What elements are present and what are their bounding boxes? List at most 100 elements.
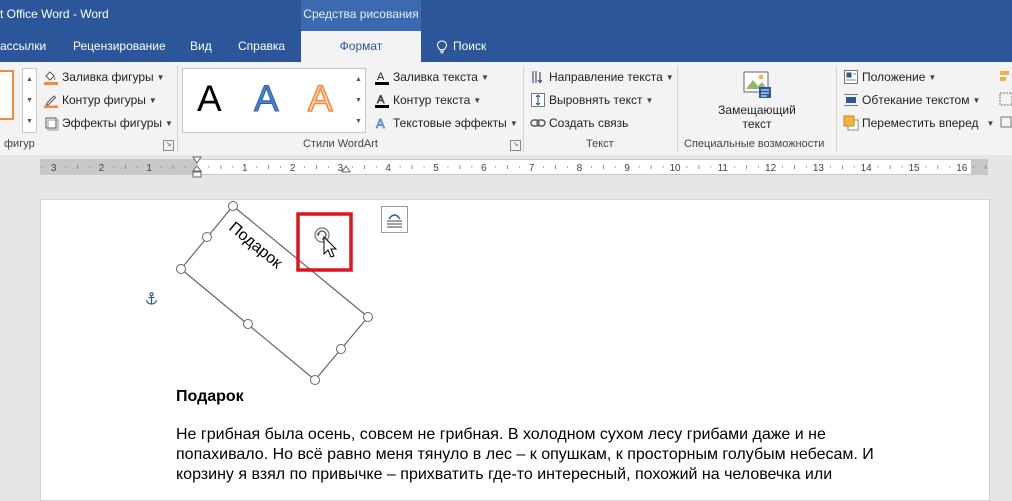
horizontal-ruler[interactable]: 3211234567891011121314151617 — [40, 159, 988, 175]
text-effects-button[interactable]: A Текстовые эффекты ▼ — [374, 113, 518, 133]
divider — [523, 66, 524, 152]
ruler-number: 2 — [290, 163, 296, 174]
position-button[interactable]: Положение ▼ — [843, 67, 936, 87]
document-paragraph-line-3[interactable]: корзину я взял по привычке – прихватить … — [176, 466, 832, 484]
title-bar: t Office Word - Word Средства рисования — [0, 0, 1012, 31]
align-text-icon — [531, 93, 545, 107]
document-paragraph-line-2[interactable]: попахивало. Но всё равно меня тянуло в л… — [176, 446, 874, 464]
text-direction-button[interactable]: Направление текста ▼ — [530, 67, 674, 87]
hanging-indent-marker[interactable] — [192, 165, 202, 179]
wordart-gallery-scroll[interactable]: ▲ ▼ ▼ — [352, 68, 366, 133]
tab-search-label: Поиск — [453, 39, 487, 53]
textbox-shape[interactable] — [180, 205, 369, 381]
wordart-gallery[interactable]: A A A — [182, 68, 353, 133]
divider — [677, 66, 678, 152]
resize-handle-top-left[interactable] — [202, 232, 212, 242]
create-link-button[interactable]: Создать связь — [530, 113, 628, 133]
ruler-number: 10 — [669, 163, 681, 174]
pen-outline-icon — [44, 95, 58, 108]
ruler-number: 2 — [99, 163, 105, 174]
bring-forward-button[interactable]: Переместить вперед ▼ — [843, 113, 994, 133]
ruler-number: 1 — [242, 163, 248, 174]
divider — [836, 66, 837, 152]
shape-styles-group-label: фигур — [4, 138, 35, 150]
position-icon — [844, 70, 858, 84]
shape-effects-button[interactable]: Эффекты фигуры ▼ — [43, 113, 173, 133]
textbox-text[interactable]: Подарок — [225, 219, 285, 273]
text-fill-label: Заливка текста — [393, 70, 478, 84]
wordart-styles-launcher-icon[interactable]: ↘ — [510, 140, 521, 151]
shape-effects-label: Эффекты фигуры — [62, 116, 163, 130]
lightbulb-icon — [436, 39, 448, 53]
resize-handle-bottom-left[interactable] — [243, 319, 253, 329]
drawing-tools-context-label: Средства рисования — [301, 0, 421, 31]
first-line-indent-marker[interactable] — [192, 156, 202, 164]
tab-help[interactable]: Справка — [238, 31, 285, 62]
accessibility-group-label: Специальные возможности — [684, 138, 825, 150]
tab-view[interactable]: Вид — [190, 31, 212, 62]
textbox-selection[interactable]: Подарок — [41, 200, 401, 400]
document-page[interactable]: Подарок Подарок Не грибная была осень, с… — [40, 199, 990, 501]
shape-effects-icon — [45, 117, 59, 131]
scroll-up-icon[interactable]: ▲ — [352, 69, 365, 90]
scroll-up-icon[interactable]: ▲ — [23, 69, 36, 90]
ruler-number: 7 — [529, 163, 535, 174]
text-fill-button[interactable]: A Заливка текста ▼ — [374, 67, 489, 87]
wordart-style-orange[interactable]: A — [307, 78, 333, 120]
ruler-number: 11 — [718, 163, 729, 174]
resize-handle-bottom[interactable] — [310, 375, 320, 385]
align-text-label: Выровнять текст — [549, 93, 643, 107]
rotate-objects-icon[interactable] — [999, 115, 1012, 129]
paint-bucket-icon — [44, 71, 58, 85]
shape-fill-label: Заливка фигуры — [62, 70, 154, 84]
wordart-style-blue[interactable]: A — [254, 78, 280, 119]
shape-style-preview[interactable] — [0, 70, 14, 120]
text-direction-icon — [532, 71, 543, 84]
ruler-number: 5 — [433, 163, 439, 174]
tab-review[interactable]: Рецензирование — [73, 31, 166, 62]
more-icon[interactable]: ▼ — [352, 111, 365, 132]
tab-format[interactable]: Формат — [301, 31, 421, 62]
ruler-number: 8 — [577, 163, 583, 174]
shape-style-scroll[interactable]: ▲ ▼ ▼ — [22, 68, 37, 133]
text-effects-label: Текстовые эффекты — [393, 116, 507, 130]
shape-outline-label: Контур фигуры — [62, 93, 146, 107]
ribbon: ▲ ▼ ▼ Заливка фигуры ▼ Контур фигуры ▼ Эфф… — [0, 62, 1012, 156]
alt-text-label-line2: текст — [742, 117, 772, 131]
shape-styles-launcher-icon[interactable]: ↘ — [163, 140, 174, 151]
resize-handle-top[interactable] — [228, 201, 238, 211]
shape-outline-button[interactable]: Контур фигуры ▼ — [43, 90, 157, 110]
resize-handle-left[interactable] — [176, 264, 186, 274]
wordart-styles-group-label: Стили WordArt — [303, 138, 378, 150]
ruler-number: 13 — [813, 163, 825, 174]
right-indent-marker[interactable] — [341, 165, 351, 173]
align-objects-icon[interactable] — [999, 69, 1012, 83]
wrap-text-button[interactable]: Обтекание текстом ▼ — [843, 90, 980, 110]
ruler-number: 9 — [624, 163, 630, 174]
align-text-button[interactable]: Выровнять текст ▼ — [530, 90, 653, 110]
window-title: t Office Word - Word — [0, 7, 109, 21]
resize-handle-right[interactable] — [363, 312, 373, 322]
group-objects-icon[interactable] — [999, 92, 1012, 106]
resize-handle-bottom-right[interactable] — [336, 344, 346, 354]
bring-forward-label: Переместить вперед — [862, 116, 979, 130]
tab-search[interactable]: Поиск — [436, 31, 486, 62]
document-heading[interactable]: Подарок — [176, 388, 244, 406]
ruler-number: 16 — [956, 163, 968, 174]
text-effects-icon: A — [376, 116, 386, 131]
tab-mailings[interactable]: ассылки — [0, 31, 46, 62]
more-icon[interactable]: ▼ — [23, 111, 36, 132]
alt-text-button[interactable]: Замещающий текст — [706, 68, 808, 136]
wordart-style-black[interactable]: A — [197, 79, 222, 119]
text-outline-button[interactable]: A Контур текста ▼ — [374, 90, 481, 110]
ruler-number: 1 — [146, 163, 152, 174]
chain-link-icon — [530, 119, 546, 127]
shape-fill-button[interactable]: Заливка фигуры ▼ — [43, 67, 165, 87]
svg-text:A: A — [377, 94, 385, 106]
wrap-text-icon — [844, 94, 858, 106]
scroll-down-icon[interactable]: ▼ — [352, 90, 365, 111]
scroll-down-icon[interactable]: ▼ — [23, 90, 36, 111]
bring-forward-icon — [843, 115, 859, 131]
document-paragraph-line-1[interactable]: Не грибная была осень, совсем не грибная… — [176, 426, 826, 444]
ruler-number: 4 — [385, 163, 391, 174]
